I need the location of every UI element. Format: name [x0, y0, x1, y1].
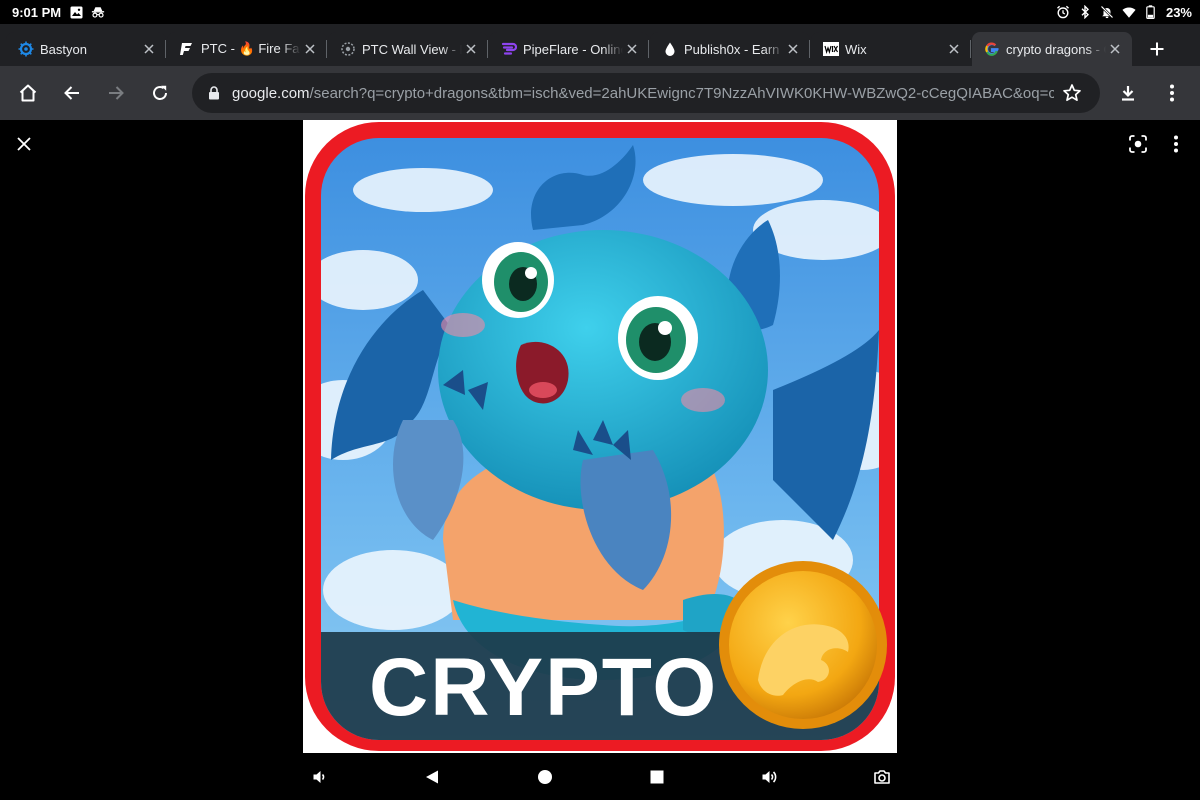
viewer-more-button[interactable] [1162, 130, 1190, 158]
volume-down-button[interactable] [306, 763, 334, 791]
home-icon [19, 84, 37, 102]
screenshot-button[interactable] [868, 763, 896, 791]
close-tab-icon[interactable] [945, 40, 963, 58]
tab-title: Publish0x - Earn Crypto [684, 41, 784, 57]
image-preview[interactable]: CRYPTO [303, 120, 897, 753]
pipeflare-icon [501, 41, 517, 57]
close-tab-icon[interactable] [462, 40, 480, 58]
forward-button[interactable] [94, 71, 138, 115]
star-icon [1063, 84, 1081, 102]
bluetooth-icon [1078, 5, 1092, 19]
home-nav-button[interactable] [531, 763, 559, 791]
alarm-icon [1056, 5, 1070, 19]
tab-strip: Bastyon PTC - 🔥 Fire Faucet PTC Wall Vie… [0, 24, 1200, 66]
close-icon [17, 137, 31, 151]
tab-ptcwall[interactable]: PTC Wall View - Eth [328, 32, 488, 66]
close-tab-icon[interactable] [784, 40, 802, 58]
status-bar: 9:01 PM 23% [0, 0, 1200, 24]
tab-title: PipeFlare - Online [523, 41, 623, 57]
plus-icon [1150, 42, 1164, 56]
status-left: 9:01 PM [12, 5, 105, 20]
tab-title: Bastyon [40, 41, 87, 57]
bookmark-star-button[interactable] [1054, 75, 1090, 111]
tab-title: PTC - 🔥 Fire Faucet [201, 41, 301, 56]
ptcwall-icon [340, 41, 356, 57]
firefaucet-icon [179, 41, 195, 57]
home-circle-icon [537, 770, 552, 784]
status-right: 23% [1056, 5, 1192, 20]
system-nav-bar [0, 754, 1200, 800]
download-button[interactable] [1106, 71, 1150, 115]
publish0x-icon [662, 41, 678, 57]
home-button[interactable] [6, 71, 50, 115]
status-time: 9:01 PM [12, 4, 62, 20]
incognito-icon [91, 5, 105, 19]
reload-button[interactable] [138, 71, 182, 115]
google-lens-button[interactable] [1124, 130, 1152, 158]
crypto-title-text: CRYPTO [369, 642, 719, 733]
battery-icon [1144, 5, 1158, 19]
new-tab-button[interactable] [1137, 32, 1177, 66]
bastyon-icon [18, 41, 34, 57]
url-path: /search?q=crypto+dragons&tbm=isch&ved=2a… [309, 84, 1054, 102]
tab-crypto-dragons[interactable]: crypto dragons - Google [972, 32, 1132, 66]
browser-toolbar: google.com/search?q=crypto+dragons&tbm=i… [0, 66, 1200, 120]
wifi-icon [1122, 5, 1136, 19]
close-tab-icon[interactable] [1106, 40, 1124, 58]
wix-icon [823, 41, 839, 57]
volume-up-icon [762, 771, 776, 783]
more-vert-icon [1170, 84, 1174, 102]
recents-icon [650, 770, 664, 784]
address-bar[interactable]: google.com/search?q=crypto+dragons&tbm=i… [192, 73, 1100, 113]
image-icon [69, 5, 83, 19]
back-arrow-icon [64, 86, 79, 100]
tab-wix[interactable]: Wix [811, 32, 971, 66]
recents-nav-button[interactable] [643, 763, 671, 791]
volume-up-button[interactable] [756, 763, 784, 791]
forward-arrow-icon [109, 86, 124, 100]
battery-percent: 23% [1165, 4, 1192, 20]
back-icon [426, 770, 439, 784]
url-host: google.com [232, 84, 310, 102]
mute-icon [1100, 5, 1114, 19]
image-viewer: CRYPTO [0, 120, 1200, 754]
volume-down-icon [313, 771, 325, 783]
tab-firefaucet[interactable]: PTC - 🔥 Fire Faucet [167, 32, 327, 66]
tab-title: Wix [845, 41, 867, 57]
camera-icon [874, 770, 890, 784]
lens-icon [1129, 135, 1147, 153]
download-icon [1122, 86, 1134, 101]
more-vert-icon [1174, 135, 1178, 153]
tab-pipeflare[interactable]: PipeFlare - Online [489, 32, 649, 66]
back-nav-button[interactable] [418, 763, 446, 791]
back-button[interactable] [50, 71, 94, 115]
google-icon [984, 41, 1000, 57]
close-tab-icon[interactable] [140, 40, 158, 58]
reload-icon [153, 85, 167, 100]
overflow-menu-button[interactable] [1150, 71, 1194, 115]
tab-title: crypto dragons - Google [1006, 41, 1106, 57]
lock-icon [208, 86, 220, 100]
tab-title: PTC Wall View - Eth [362, 41, 462, 57]
close-tab-icon[interactable] [301, 40, 319, 58]
close-tab-icon[interactable] [623, 40, 641, 58]
close-viewer-button[interactable] [10, 130, 38, 158]
tab-bastyon[interactable]: Bastyon [6, 32, 166, 66]
url-text[interactable]: google.com/search?q=crypto+dragons&tbm=i… [232, 85, 1054, 102]
tab-publish0x[interactable]: Publish0x - Earn Crypto [650, 32, 810, 66]
